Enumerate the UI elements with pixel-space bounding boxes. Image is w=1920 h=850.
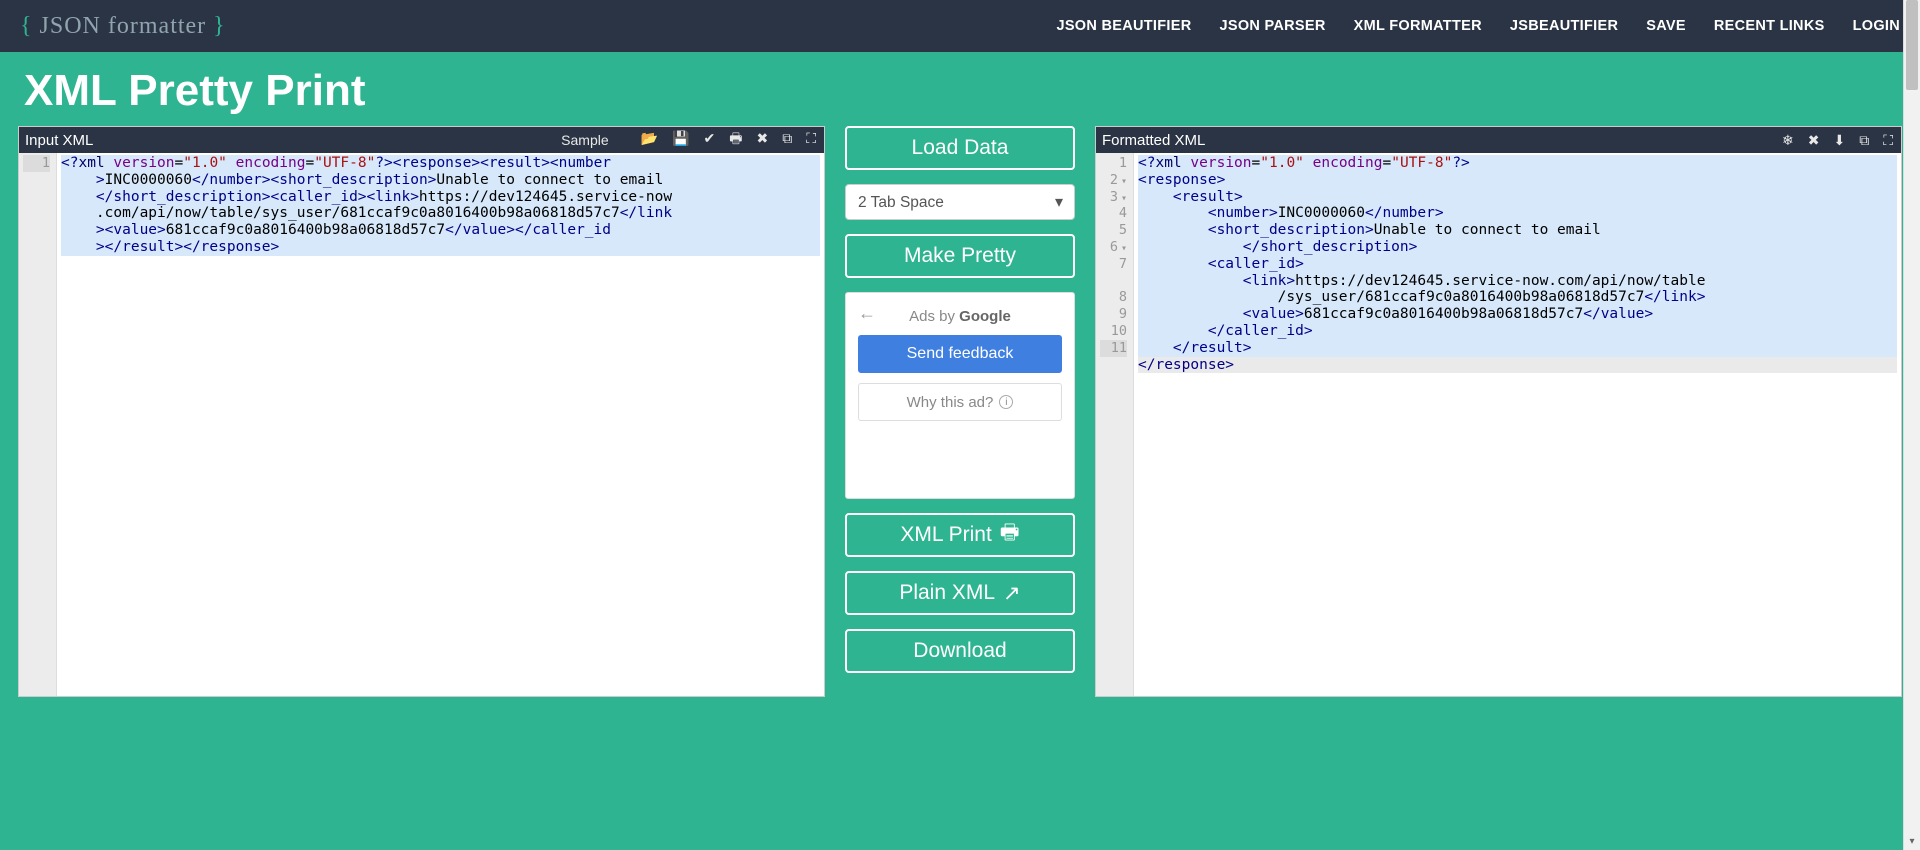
folder-open-icon[interactable]: 📂 bbox=[641, 130, 658, 146]
output-panel-title: Formatted XML bbox=[1102, 132, 1205, 149]
output-gutter: 12 ▾3 ▾456 ▾7891011 bbox=[1096, 153, 1134, 696]
external-icon: ↗ bbox=[1003, 581, 1021, 606]
nav-recent-links[interactable]: RECENT LINKS bbox=[1714, 18, 1825, 34]
make-pretty-button[interactable]: Make Pretty bbox=[845, 234, 1075, 278]
nav-json-beautifier[interactable]: JSON BEAUTIFIER bbox=[1056, 18, 1191, 34]
input-panel: Input XML Sample 📂 💾 ✔ 🖶 ✖ ⧉ ⛶ 1 <?xml version… bbox=[18, 126, 825, 697]
nav-json-parser[interactable]: JSON PARSER bbox=[1219, 18, 1325, 34]
nav-xml-formatter[interactable]: XML FORMATTER bbox=[1354, 18, 1482, 34]
page-title: XML Pretty Print bbox=[0, 52, 1920, 126]
input-panel-title: Input XML bbox=[25, 132, 93, 149]
load-data-button[interactable]: Load Data bbox=[845, 126, 1075, 170]
center-column: Load Data 2 Tab Space Make Pretty ← Ads … bbox=[845, 126, 1075, 673]
clear-icon[interactable]: ✖ bbox=[756, 130, 768, 146]
output-panel: Formatted XML ❄ ✖ ⬇ ⧉ ⛶ 12 ▾3 ▾456 ▾7891011 … bbox=[1095, 126, 1902, 697]
why-this-ad-button[interactable]: Why this ad?i bbox=[858, 383, 1062, 421]
xml-print-button[interactable]: XML Print🖶 bbox=[845, 513, 1075, 557]
brace-open: { bbox=[20, 13, 33, 39]
fullscreen-icon[interactable]: ⛶ bbox=[806, 130, 816, 146]
input-gutter: 1 bbox=[19, 153, 57, 696]
nav-login[interactable]: LOGIN bbox=[1853, 18, 1900, 34]
scroll-thumb[interactable] bbox=[1906, 0, 1918, 90]
print-icon: 🖶 bbox=[1000, 518, 1020, 553]
input-toolbar: Sample 📂 💾 ✔ 🖶 ✖ ⧉ ⛶ bbox=[561, 128, 816, 152]
fullscreen-icon[interactable]: ⛶ bbox=[1883, 132, 1893, 148]
nav-jsbeautifier[interactable]: JSBEAUTIFIER bbox=[1510, 18, 1618, 34]
top-navbar: { JSON formatter } JSON BEAUTIFIER JSON … bbox=[0, 0, 1920, 52]
output-panel-header: Formatted XML ❄ ✖ ⬇ ⧉ ⛶ bbox=[1096, 127, 1901, 153]
output-code[interactable]: <?xml version="1.0" encoding="UTF-8"?><r… bbox=[1134, 153, 1901, 696]
workarea: Input XML Sample 📂 💾 ✔ 🖶 ✖ ⧉ ⛶ 1 <?xml version… bbox=[0, 126, 1920, 697]
tree-icon[interactable]: ❄ bbox=[1782, 132, 1794, 148]
input-panel-header: Input XML Sample 📂 💾 ✔ 🖶 ✖ ⧉ ⛶ bbox=[19, 127, 824, 153]
send-feedback-button[interactable]: Send feedback bbox=[858, 335, 1062, 373]
output-editor[interactable]: 12 ▾3 ▾456 ▾7891011 <?xml version="1.0" … bbox=[1096, 153, 1901, 696]
page-scrollbar[interactable]: ▴ ▾ bbox=[1903, 0, 1920, 850]
print-icon[interactable]: 🖶 bbox=[729, 130, 742, 146]
clear-icon[interactable]: ✖ bbox=[1808, 132, 1820, 148]
info-icon: i bbox=[999, 395, 1013, 409]
input-editor[interactable]: 1 <?xml version="1.0" encoding="UTF-8"?>… bbox=[19, 153, 824, 696]
brand-logo[interactable]: { JSON formatter } bbox=[20, 13, 226, 40]
tab-space-select-wrap: 2 Tab Space bbox=[845, 184, 1075, 220]
ads-by-label: Ads by Google bbox=[858, 308, 1062, 325]
tab-space-select[interactable]: 2 Tab Space bbox=[845, 184, 1075, 220]
copy-icon[interactable]: ⧉ bbox=[1859, 132, 1869, 148]
scroll-down-arrow[interactable]: ▾ bbox=[1904, 833, 1920, 850]
plain-xml-button[interactable]: Plain XML↗ bbox=[845, 571, 1075, 615]
input-code[interactable]: <?xml version="1.0" encoding="UTF-8"?><r… bbox=[57, 153, 824, 696]
copy-icon[interactable]: ⧉ bbox=[782, 130, 792, 146]
brace-close: } bbox=[213, 13, 226, 39]
save-icon[interactable]: 💾 bbox=[672, 130, 689, 146]
nav-links: JSON BEAUTIFIER JSON PARSER XML FORMATTE… bbox=[1056, 18, 1900, 34]
brand-name: JSON formatter bbox=[40, 13, 207, 39]
sample-link[interactable]: Sample bbox=[561, 132, 608, 148]
download-button[interactable]: Download bbox=[845, 629, 1075, 673]
output-toolbar: ❄ ✖ ⬇ ⧉ ⛶ bbox=[1768, 132, 1893, 149]
nav-save[interactable]: SAVE bbox=[1646, 18, 1686, 34]
download-icon[interactable]: ⬇ bbox=[1833, 132, 1845, 148]
ad-box: ← Ads by Google Send feedback Why this a… bbox=[845, 292, 1075, 499]
check-icon[interactable]: ✔ bbox=[704, 130, 716, 146]
